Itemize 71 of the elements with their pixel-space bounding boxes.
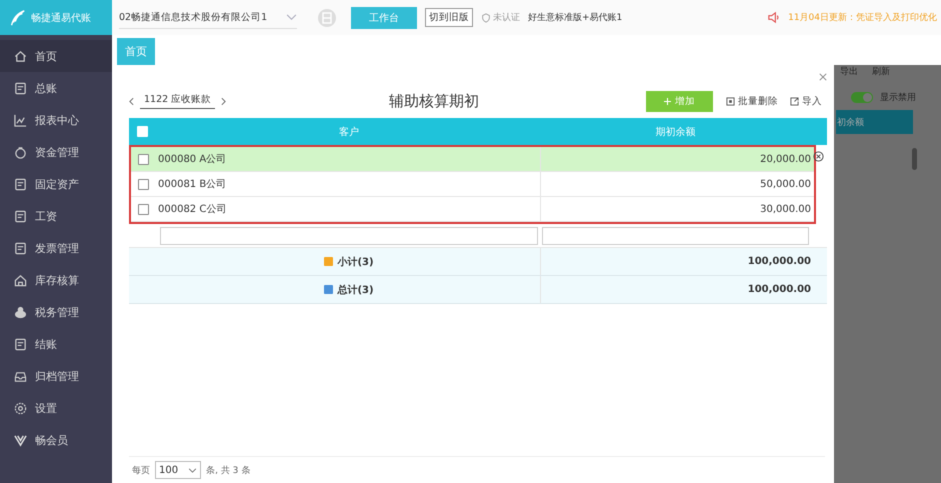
column-header: 期初余额	[654, 126, 696, 140]
scrollbar-thumb	[912, 148, 917, 170]
balance-cell: 50,000.00	[760, 178, 811, 190]
remove-row-icon[interactable]	[813, 151, 824, 162]
sidebar-item[interactable]: 资金管理	[0, 136, 112, 168]
shield-icon	[481, 12, 491, 22]
table-row[interactable]: 000080 A公司 20,000.00	[131, 147, 814, 172]
total-label: 小计(3)	[337, 256, 374, 268]
account-field[interactable]: 1122 应收账款	[140, 93, 216, 109]
row-checkbox[interactable]	[138, 178, 149, 190]
total-value: 100,000.00	[748, 284, 811, 295]
close-icon[interactable]	[819, 73, 827, 81]
sidebar-item[interactable]: 工资	[0, 200, 112, 232]
v-letter-icon	[14, 434, 27, 446]
chevron-down-icon	[188, 468, 198, 472]
sidebar-item[interactable]: 结账	[0, 328, 112, 360]
sidebar-item[interactable]: 发票管理	[0, 232, 112, 264]
sidebar-item[interactable]: 固定资产	[0, 168, 112, 200]
export-label: 导出	[840, 66, 858, 78]
select-all-checkbox[interactable]	[137, 126, 148, 137]
record-count: 条, 共 3 条	[206, 464, 250, 476]
table-row[interactable]: 000081 B公司 50,000.00	[131, 172, 814, 197]
sidebar-item[interactable]: 报表中心	[0, 104, 112, 136]
sidebar-item[interactable]: 总账	[0, 72, 112, 104]
per-page-label: 每页	[132, 464, 150, 476]
dialog-title: 辅助核算期初	[389, 92, 480, 110]
trash-icon	[726, 96, 735, 106]
sidebar-item[interactable]: 畅会员	[0, 424, 112, 456]
chevron-left-icon[interactable]	[129, 96, 134, 106]
archive-tray-icon	[14, 370, 27, 382]
chart-icon	[14, 114, 27, 126]
column-header: 客户	[338, 126, 360, 140]
certification-status: 未认证	[493, 12, 520, 24]
plus-icon	[664, 98, 671, 104]
company-select[interactable]: 02畅捷通信息技术股份有限公司1	[119, 6, 297, 28]
old-version-button[interactable]: 切到旧版	[425, 8, 473, 27]
chevron-down-icon	[286, 14, 297, 20]
customer-cell-text: 000082 C公司	[158, 203, 226, 216]
import-button[interactable]: 导入	[790, 94, 822, 108]
speaker-icon	[767, 11, 780, 24]
total-value: 100,000.00	[748, 256, 811, 267]
balance-cell: 20,000.00	[760, 154, 811, 164]
app-name: 畅捷通易代账	[31, 12, 91, 24]
warehouse-icon	[14, 274, 27, 286]
total-label: 总计(3)	[337, 284, 374, 296]
row-checkbox[interactable]	[138, 154, 149, 164]
settings-icon	[14, 402, 27, 414]
sidebar-item[interactable]: 首页	[0, 40, 112, 72]
feather-logo-icon	[8, 8, 26, 26]
customer-cell-text: 000080 A公司	[158, 153, 226, 166]
sidebar-item[interactable]: 设置	[0, 392, 112, 424]
customer-cell-text: 000081 B公司	[158, 178, 226, 191]
row-checkbox[interactable]	[138, 204, 149, 214]
edition-label: 好生意标准版+易代账1	[528, 12, 622, 24]
table-row[interactable]: 000082 C公司 30,000.00	[131, 197, 814, 222]
house-icon	[14, 50, 27, 62]
chevron-right-icon[interactable]	[221, 96, 226, 106]
import-icon	[790, 96, 799, 106]
customer-input[interactable]	[160, 226, 538, 244]
toggle-label: 显示禁用	[880, 92, 916, 104]
square-icon	[324, 257, 334, 266]
balance-input[interactable]	[542, 226, 809, 244]
batch-delete-button[interactable]: 批量删除	[726, 94, 778, 108]
square-icon	[324, 285, 334, 294]
sidebar-item[interactable]: 归档管理	[0, 360, 112, 392]
balance-cell: 30,000.00	[760, 204, 811, 214]
sidebar-item[interactable]: 税务管理	[0, 296, 112, 328]
column-header: 初余额	[836, 110, 913, 134]
page-size-select[interactable]: 100	[155, 461, 202, 479]
sidebar-item[interactable]: 库存核算	[0, 264, 112, 296]
refresh-label: 刷新	[872, 66, 890, 78]
